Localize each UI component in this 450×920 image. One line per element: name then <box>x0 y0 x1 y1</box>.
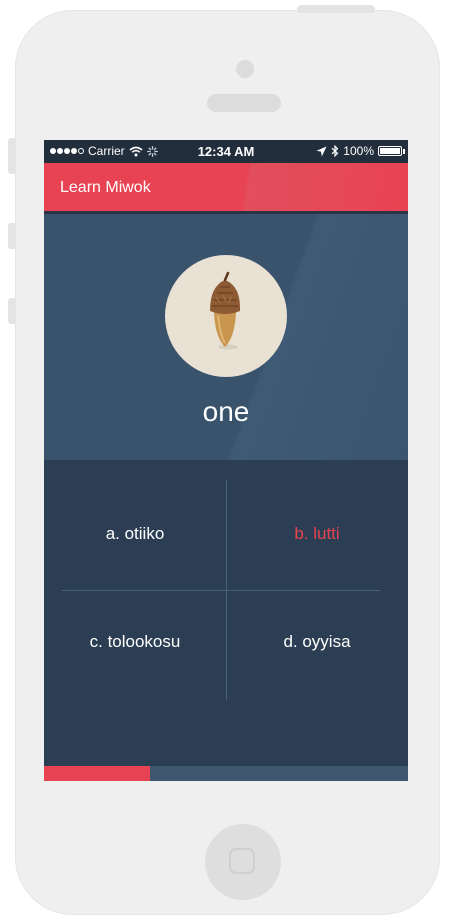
progress-bar-fill <box>44 766 150 781</box>
battery-percent: 100% <box>343 144 374 158</box>
status-right: 100% <box>316 144 405 158</box>
front-camera <box>236 60 254 78</box>
battery-icon <box>378 146 405 156</box>
power-button[interactable] <box>297 5 375 13</box>
home-button[interactable] <box>205 824 281 900</box>
mute-switch[interactable] <box>8 138 16 174</box>
app-bar: Learn Miwok <box>44 163 408 214</box>
app-title: Learn Miwok <box>60 179 151 196</box>
acorn-icon <box>210 271 241 350</box>
answer-option-b[interactable]: b. lutti <box>226 524 408 544</box>
progress-bar <box>44 766 408 781</box>
answer-option-a[interactable]: a. otiiko <box>44 524 226 544</box>
volume-down-button[interactable] <box>8 298 16 324</box>
volume-up-button[interactable] <box>8 223 16 249</box>
bluetooth-icon <box>331 145 339 157</box>
location-arrow-icon <box>316 146 327 156</box>
battery-fill <box>380 148 400 154</box>
earpiece-speaker <box>207 94 281 112</box>
home-button-square-icon <box>229 848 255 874</box>
question-word: one <box>202 396 250 427</box>
grid-divider-horizontal <box>62 590 380 591</box>
answer-option-d[interactable]: d. oyyisa <box>226 632 408 652</box>
question-panel: one <box>44 214 408 460</box>
answers-grid: a. otiiko b. lutti c. tolookosu d. oyyis… <box>44 460 408 766</box>
app-screen: Carrier 12:34 AM 100% Learn Miwok one a.… <box>44 140 408 781</box>
status-bar: Carrier 12:34 AM 100% <box>44 140 408 163</box>
answer-option-c[interactable]: c. tolookosu <box>44 632 226 652</box>
question-image <box>165 255 287 377</box>
battery-tip <box>403 149 405 154</box>
